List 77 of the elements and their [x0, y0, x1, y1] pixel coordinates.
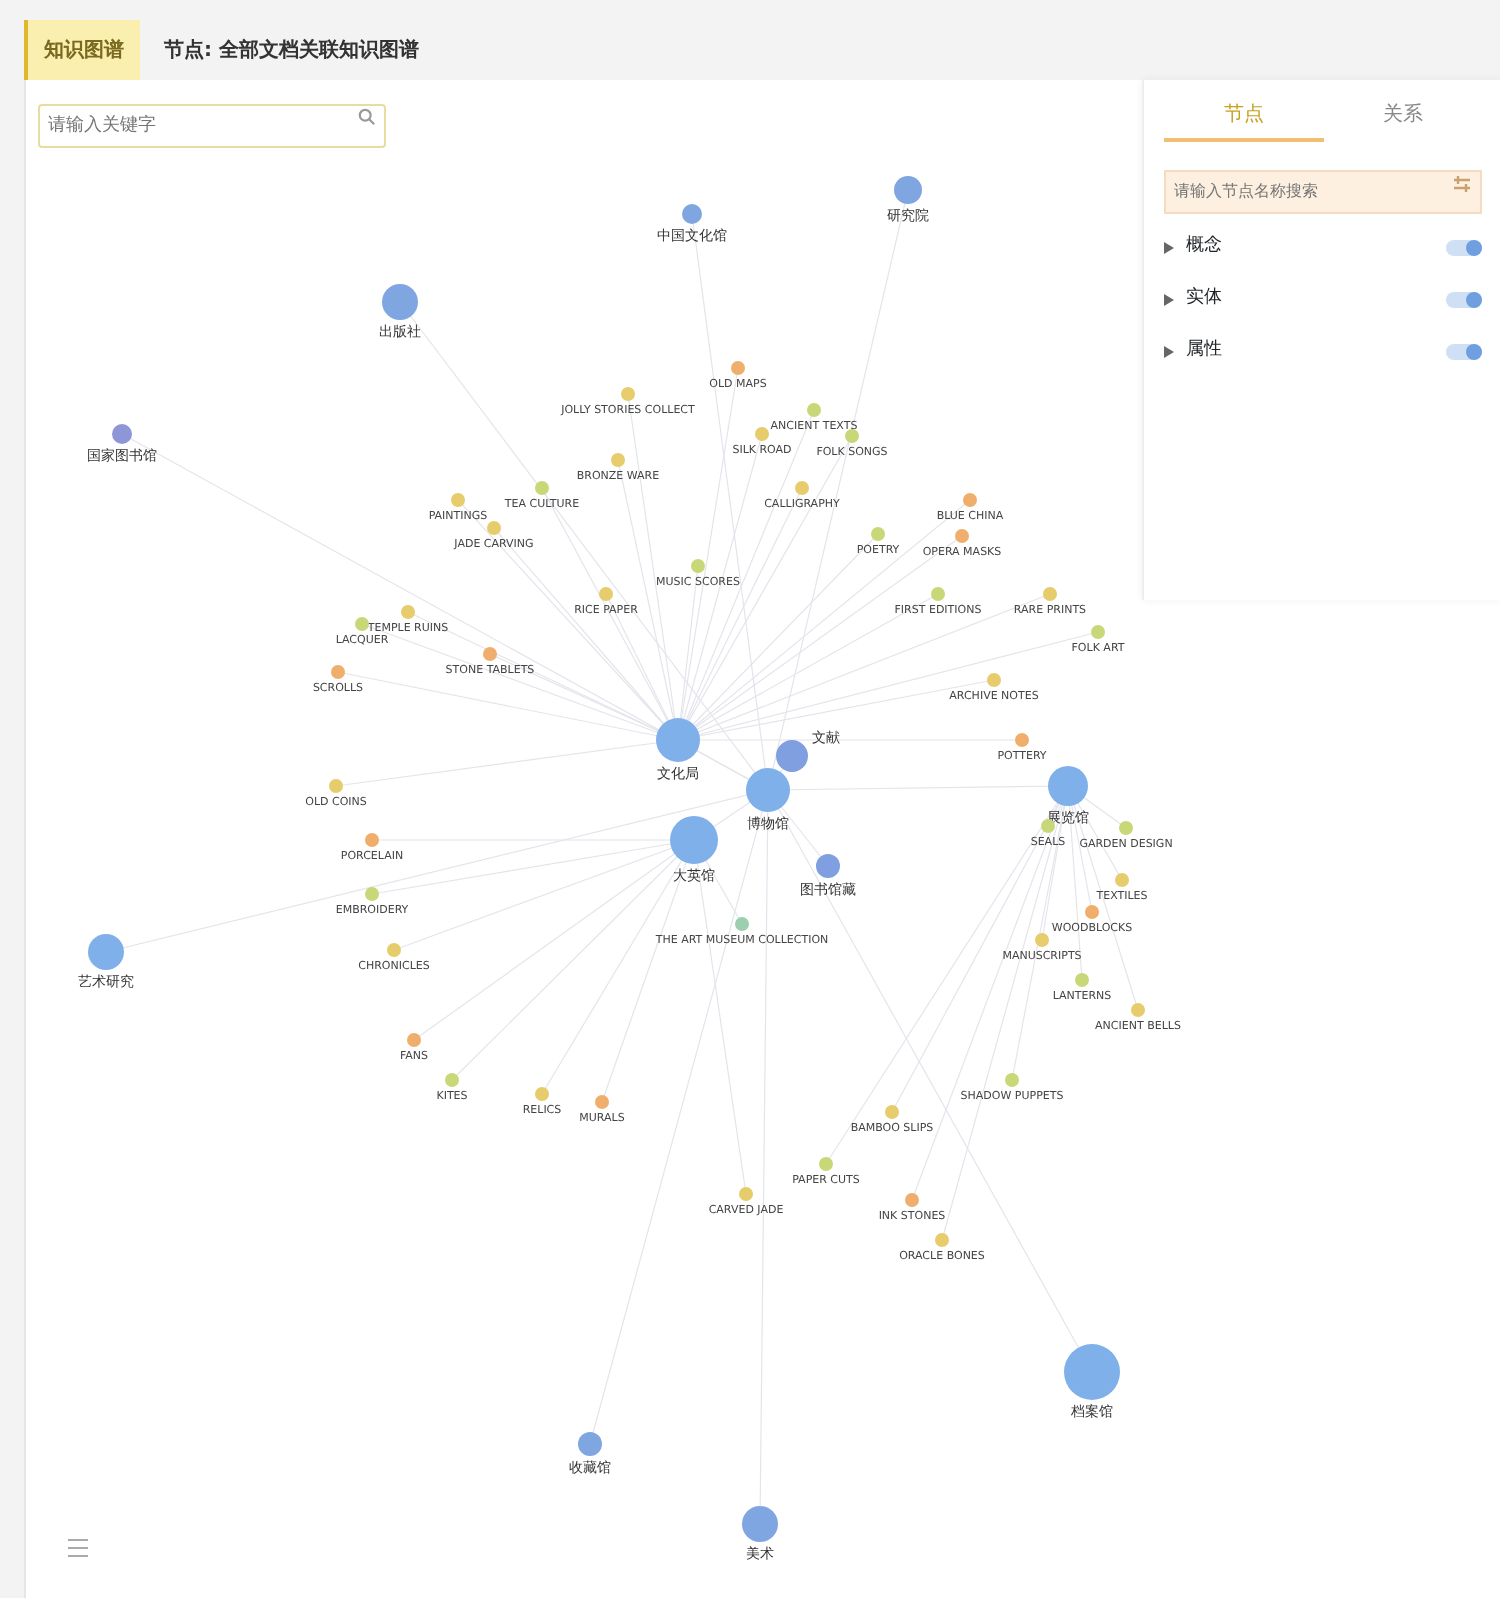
graph-node[interactable]	[535, 1087, 549, 1101]
graph-node[interactable]	[735, 917, 749, 931]
graph-node[interactable]	[1015, 733, 1029, 747]
graph-node[interactable]	[387, 943, 401, 957]
graph-node[interactable]	[1048, 766, 1088, 806]
graph-node[interactable]	[487, 521, 501, 535]
graph-node[interactable]	[776, 740, 808, 772]
graph-node[interactable]	[885, 1105, 899, 1119]
graph-node[interactable]	[845, 429, 859, 443]
graph-node[interactable]	[578, 1432, 602, 1456]
filter-icon[interactable]	[1452, 174, 1472, 194]
graph-node[interactable]	[987, 673, 1001, 687]
graph-node[interactable]	[691, 559, 705, 573]
tab[interactable]: 节点: 全部文档关联知识图谱	[148, 20, 435, 80]
graph-node[interactable]	[871, 527, 885, 541]
caret-icon[interactable]	[1164, 242, 1174, 254]
visibility-switch[interactable]	[1446, 240, 1482, 256]
graph-node[interactable]	[401, 605, 415, 619]
graph-node[interactable]	[1075, 973, 1089, 987]
graph-node[interactable]	[894, 176, 922, 204]
graph-node[interactable]	[682, 204, 702, 224]
graph-node[interactable]	[1119, 821, 1133, 835]
graph-node[interactable]	[1091, 625, 1105, 639]
graph-node[interactable]	[1115, 873, 1129, 887]
graph-node[interactable]	[1043, 587, 1057, 601]
graph-node[interactable]	[1085, 905, 1099, 919]
node-search-field[interactable]: 请输入节点名称搜索	[1164, 169, 1482, 213]
graph-node[interactable]	[656, 718, 700, 762]
panel-tab[interactable]: 节点	[1164, 96, 1323, 142]
graph-node[interactable]	[451, 493, 465, 507]
graph-node[interactable]	[739, 1187, 753, 1201]
panel-tab[interactable]: 关系	[1323, 96, 1482, 142]
graph-node[interactable]	[535, 481, 549, 495]
graph-node[interactable]	[407, 1033, 421, 1047]
graph-node[interactable]	[88, 934, 124, 970]
graph-node[interactable]	[746, 768, 790, 812]
graph-node[interactable]	[621, 387, 635, 401]
graph-node[interactable]	[807, 403, 821, 417]
graph-node[interactable]	[742, 1506, 778, 1542]
search-field[interactable]: 请输入关键字	[38, 104, 386, 148]
graph-node[interactable]	[445, 1073, 459, 1087]
graph-node[interactable]	[731, 361, 745, 375]
graph-node[interactable]	[611, 453, 625, 467]
graph-node[interactable]	[963, 493, 977, 507]
graph-node[interactable]	[1131, 1003, 1145, 1017]
graph-node[interactable]	[599, 587, 613, 601]
graph-node[interactable]	[816, 854, 840, 878]
graph-node[interactable]	[365, 887, 379, 901]
graph-node[interactable]	[1035, 933, 1049, 947]
graph-node[interactable]	[931, 587, 945, 601]
search-icon[interactable]	[358, 108, 376, 126]
visibility-switch[interactable]	[1446, 344, 1482, 360]
tab[interactable]: 知识图谱	[24, 20, 140, 80]
category-label: 概念	[1186, 234, 1222, 261]
graph-node[interactable]	[955, 529, 969, 543]
graph-node[interactable]	[935, 1233, 949, 1247]
graph-node[interactable]	[819, 1157, 833, 1171]
graph-node[interactable]	[331, 665, 345, 679]
caret-icon[interactable]	[1164, 294, 1174, 306]
graph-node[interactable]	[905, 1193, 919, 1207]
graph-node[interactable]	[483, 647, 497, 661]
visibility-switch[interactable]	[1446, 292, 1482, 308]
category-label: 实体	[1186, 286, 1222, 313]
graph-node[interactable]	[1064, 1344, 1120, 1400]
graph-node[interactable]	[670, 816, 718, 864]
graph-node[interactable]	[329, 779, 343, 793]
graph-node[interactable]	[355, 617, 369, 631]
list-icon[interactable]	[66, 1536, 90, 1560]
graph-node[interactable]	[795, 481, 809, 495]
caret-icon[interactable]	[1164, 346, 1174, 358]
graph-node[interactable]	[382, 284, 418, 320]
graph-node[interactable]	[1005, 1073, 1019, 1087]
graph-node[interactable]	[112, 424, 132, 444]
graph-node[interactable]	[595, 1095, 609, 1109]
graph-node[interactable]	[755, 427, 769, 441]
category-label: 属性	[1186, 338, 1222, 365]
graph-node[interactable]	[365, 833, 379, 847]
